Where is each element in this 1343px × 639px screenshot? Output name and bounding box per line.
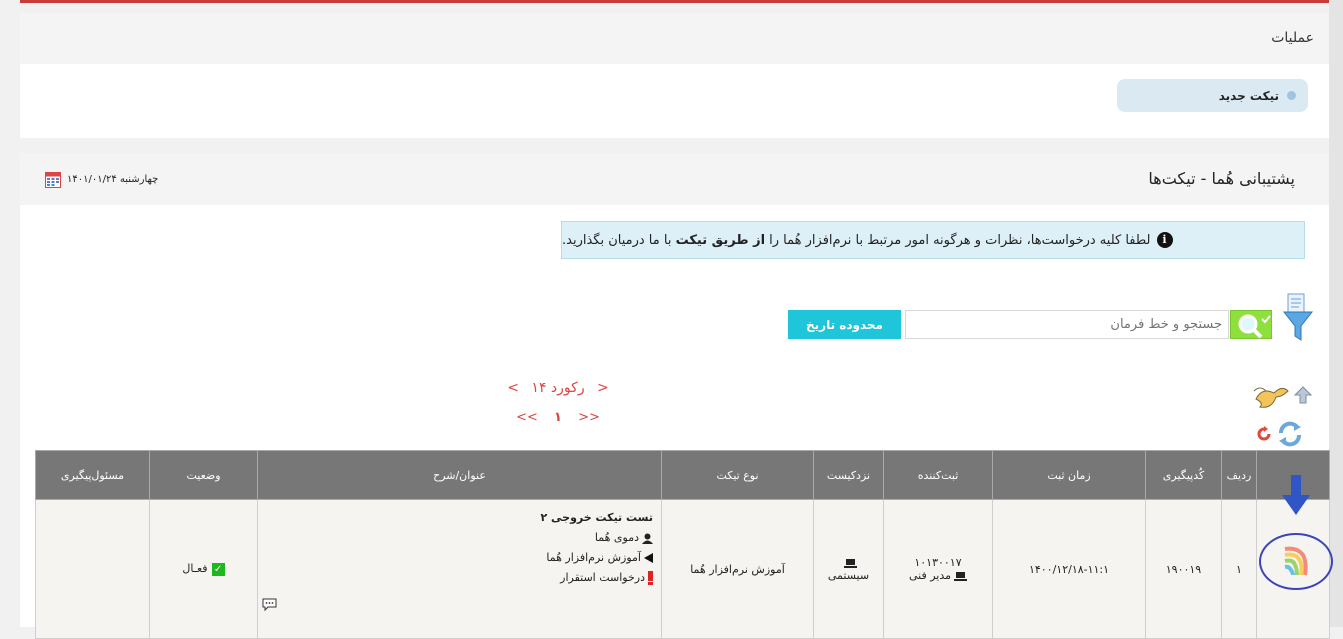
tickets-panel: پشتیبانی هُما - تیکت‌ها چهارشنبه ۱۴۰۱/۰۱…: [20, 153, 1330, 639]
reload-icon[interactable]: [1256, 426, 1272, 442]
current-page[interactable]: ۱: [554, 410, 562, 425]
with-whom: سیستمی: [827, 569, 870, 582]
last-page-link[interactable]: >>: [578, 410, 600, 425]
column-header[interactable]: کُدپیگیری: [1145, 450, 1222, 500]
title-cell[interactable]: تست تیکت خروجی ۲ دموی هُما آموزش نرم‌افز…: [257, 499, 662, 639]
new-ticket-button[interactable]: تیکت جدید: [1117, 79, 1308, 112]
operations-title: عملیات: [1271, 30, 1314, 46]
column-header[interactable]: نزدکیست: [813, 450, 884, 500]
arrow-down-icon: [1282, 475, 1310, 515]
export-icon[interactable]: [1292, 385, 1314, 407]
search-icon: [1238, 314, 1271, 339]
filter-icon[interactable]: [1282, 292, 1314, 344]
right-scrollbar-track[interactable]: [1329, 0, 1343, 627]
registered-at: ۱۴۰۰/۱۲/۱۸-۱۱:۱: [992, 499, 1146, 639]
current-date: چهارشنبه ۱۴۰۱/۰۱/۲۴: [45, 170, 158, 188]
date-range-button[interactable]: محدوده تاریخ: [788, 310, 901, 339]
table-row[interactable]: ۱ ۱۹۰۰۱۹ ۱۴۰۰/۱۲/۱۸-۱۱:۱ ۱۰۱۳۰۰۱۷ مدیر ف…: [35, 499, 1330, 639]
tracking-code: ۱۹۰۰۱۹: [1145, 499, 1222, 639]
user-icon: [642, 533, 653, 544]
status-cell: ✓فعـال: [149, 499, 258, 639]
status-text: فعـال: [182, 562, 208, 576]
registrar-code: ۱۰۱۳۰۰۱۷: [914, 556, 962, 569]
check-icon: ✓: [211, 562, 225, 576]
ticket-title[interactable]: تست تیکت خروجی ۲: [258, 508, 653, 528]
top-accent-line: [20, 0, 1329, 3]
responsible: [35, 499, 150, 639]
tickets-title: پشتیبانی هُما - تیکت‌ها: [1148, 169, 1295, 188]
registrar-cell: ۱۰۱۳۰۰۱۷ مدیر فنی: [883, 499, 993, 639]
ticket-category: آموزش نرم‌افزار هُما: [546, 551, 641, 564]
with-whom-cell: سیستمی: [813, 499, 884, 639]
column-header[interactable]: عنوان/شرح: [257, 450, 662, 500]
column-header[interactable]: وضعیت: [149, 450, 258, 500]
tickets-table: ردیف کُدپیگیری زمان ثبت ثبت‌کننده نزدکیس…: [35, 450, 1330, 639]
comment-icon[interactable]: [262, 598, 277, 612]
date-text: چهارشنبه ۱۴۰۱/۰۱/۲۴: [67, 173, 159, 185]
new-ticket-label: تیکت جدید: [1218, 88, 1279, 103]
bullet-icon: [1287, 91, 1296, 100]
prev-arrow[interactable]: <: [507, 380, 519, 396]
record-count: < ۱۴ رکورد >: [496, 380, 620, 396]
laptop-icon: [843, 558, 857, 568]
customer-name: دموی هُما: [594, 531, 639, 544]
info-text: لطفا کلیه درخواست‌ها، نظرات و هرگونه امو…: [562, 232, 1151, 248]
operations-panel: عملیات تیکت جدید: [20, 13, 1329, 138]
info-alert: i لطفا کلیه درخواست‌ها، نظرات و هرگونه ا…: [561, 221, 1305, 259]
refresh-icon[interactable]: [1276, 421, 1304, 447]
column-header[interactable]: ثبت‌کننده: [883, 450, 993, 500]
column-header[interactable]: نوع تیکت: [661, 450, 814, 500]
operations-header: عملیات: [20, 13, 1329, 64]
alert-icon: [648, 571, 653, 585]
row-index: ۱: [1221, 499, 1257, 639]
info-icon: i: [1156, 232, 1173, 248]
laptop-icon: [954, 571, 968, 581]
calendar-icon: [45, 172, 61, 188]
bird-icon[interactable]: [1252, 381, 1290, 415]
column-header[interactable]: مسئول‌پیگیری: [35, 450, 150, 500]
column-header[interactable]: ردیف: [1221, 450, 1257, 500]
column-header[interactable]: زمان ثبت: [992, 450, 1146, 500]
ticket-type: آموزش نرم‌افزار هُما: [661, 499, 814, 639]
search-input[interactable]: [905, 310, 1229, 339]
rainbow-icon[interactable]: [1283, 545, 1309, 579]
table-header-row: ردیف کُدپیگیری زمان ثبت ثبت‌کننده نزدکیس…: [35, 450, 1330, 500]
pager: << ۱ >>: [496, 410, 620, 425]
tickets-header: پشتیبانی هُما - تیکت‌ها چهارشنبه ۱۴۰۱/۰۱…: [20, 153, 1329, 205]
first-page-link[interactable]: <<: [516, 410, 538, 425]
request-type: درخواست استقرار: [560, 571, 645, 584]
search-button[interactable]: [1230, 310, 1272, 339]
registrar-name: مدیر فنی: [908, 569, 952, 582]
next-arrow[interactable]: >: [597, 380, 609, 396]
records-label: ۱۴ رکورد: [531, 380, 585, 396]
caret-left-icon: [644, 553, 653, 563]
